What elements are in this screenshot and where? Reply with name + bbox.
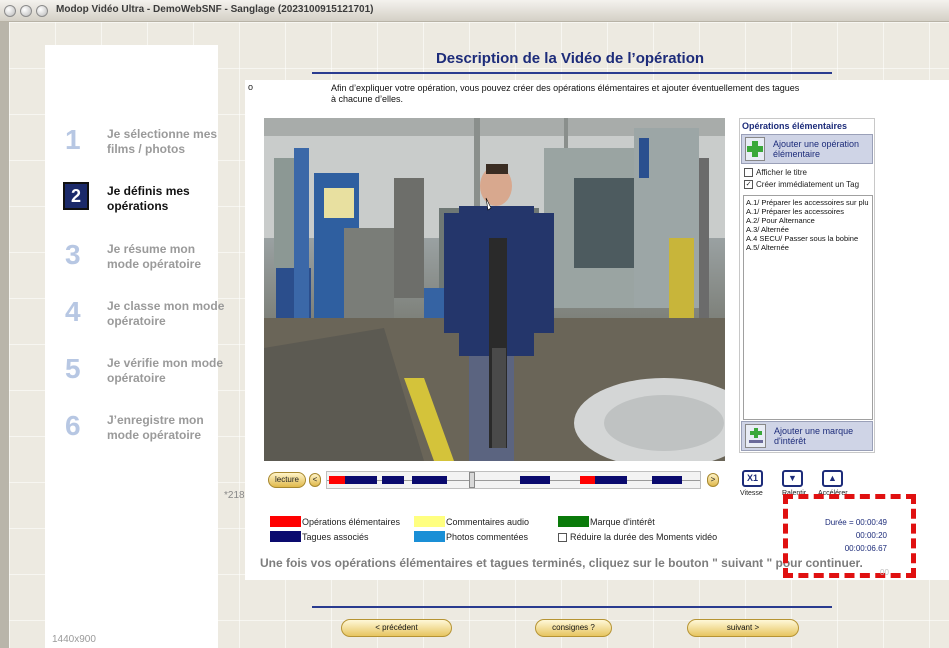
add-plus-icon bbox=[745, 137, 765, 161]
add-operation-label: Ajouter une opération élémentaire bbox=[773, 139, 860, 159]
create-tag-option[interactable]: ✓ Créer immédiatement un Tag bbox=[744, 180, 859, 189]
add-mark-icon bbox=[745, 424, 767, 448]
window-left-border bbox=[0, 22, 9, 648]
slow-down-button[interactable]: ▼ bbox=[782, 470, 803, 487]
legend-swatch-photos bbox=[414, 531, 445, 542]
legend-mark: Marque d'intérêt bbox=[590, 517, 655, 527]
segment-tag[interactable] bbox=[652, 476, 682, 484]
step-label: Je définis mes opérations bbox=[107, 184, 190, 213]
timeline: lecture < > bbox=[268, 470, 719, 490]
previous-button[interactable]: < précédent bbox=[341, 619, 452, 637]
operation-item[interactable]: A.5/ Alternée bbox=[746, 243, 870, 252]
create-tag-checkbox[interactable]: ✓ bbox=[744, 180, 753, 189]
reduce-duration-label: Réduire la durée des Moments vidéo bbox=[570, 532, 718, 542]
video-frame-image bbox=[264, 118, 725, 461]
step-3[interactable]: 3 Je résume mon mode opératoire bbox=[65, 240, 225, 280]
segment-operation[interactable] bbox=[329, 476, 345, 484]
speed-up-button[interactable]: ▲ bbox=[822, 470, 843, 487]
close-window-icon[interactable] bbox=[4, 5, 16, 17]
operation-item[interactable]: A.2/ Pour Alternance bbox=[746, 216, 870, 225]
step-number: 5 bbox=[65, 353, 81, 384]
legend-operations: Opérations élémentaires bbox=[302, 517, 401, 527]
operation-item[interactable]: A.1/ Préparer les accessoires bbox=[746, 207, 870, 216]
video-player[interactable] bbox=[264, 118, 725, 461]
step-6[interactable]: 6 J’enregistre mon mode opératoire bbox=[65, 411, 225, 451]
segment-tag[interactable] bbox=[345, 476, 377, 484]
reduce-duration-checkbox[interactable] bbox=[558, 532, 567, 542]
segment-tag[interactable] bbox=[595, 476, 627, 484]
segment-tag[interactable] bbox=[382, 476, 404, 484]
show-title-label: Afficher le titre bbox=[756, 168, 807, 177]
speed-label: Vitesse bbox=[740, 490, 763, 497]
step-label: Je sélectionne mes films / photos bbox=[107, 127, 218, 156]
operation-item[interactable]: A.1/ Préparer les accessoires sur plu bbox=[746, 198, 870, 207]
timeline-track[interactable] bbox=[326, 471, 701, 489]
play-button[interactable]: lecture bbox=[268, 472, 306, 488]
create-tag-label: Créer immédiatement un Tag bbox=[756, 180, 860, 189]
show-title-checkbox[interactable] bbox=[744, 168, 753, 177]
operation-item[interactable]: A.4 SECU/ Passer sous la bobine bbox=[746, 234, 870, 243]
step-1[interactable]: 1 Je sélectionne mes films / photos bbox=[65, 125, 225, 165]
segment-tag[interactable] bbox=[520, 476, 550, 484]
legend-swatch-mark bbox=[558, 516, 589, 527]
legend-swatch-audio bbox=[414, 516, 445, 527]
step-number: 6 bbox=[65, 410, 81, 441]
add-mark-label: Ajouter une marque d'intérêt bbox=[774, 426, 854, 446]
legend-swatch-tags bbox=[270, 531, 301, 542]
window-title: Modop Vidéo Ultra - DemoWebSNF - Sanglag… bbox=[56, 4, 374, 15]
timeline-side-value: *218 bbox=[224, 490, 245, 501]
instruction-text: Une fois vos opérations élémentaires et … bbox=[260, 556, 863, 570]
segment-operation[interactable] bbox=[580, 476, 595, 484]
show-title-option[interactable]: Afficher le titre bbox=[744, 168, 807, 177]
next-button[interactable]: suivant > bbox=[687, 619, 799, 637]
intro-text: Afin d’expliquer votre opération, vous p… bbox=[331, 83, 800, 104]
operation-item[interactable]: A.3/ Alternée bbox=[746, 225, 870, 234]
timeline-next-arrow[interactable]: > bbox=[707, 473, 719, 487]
highlight-annotation-box bbox=[783, 494, 916, 578]
timeline-thumb[interactable] bbox=[469, 472, 475, 488]
title-divider bbox=[312, 72, 832, 74]
step-label: J’enregistre mon mode opératoire bbox=[107, 413, 204, 442]
step-number: 3 bbox=[65, 239, 81, 270]
legend-tags: Tagues associés bbox=[302, 532, 369, 542]
intro-bullet: o bbox=[248, 82, 254, 92]
instructions-button[interactable]: consignes ? bbox=[535, 619, 612, 637]
add-operation-button[interactable]: Ajouter une opération élémentaire bbox=[741, 134, 873, 164]
step-label: Je vérifie mon mode opératoire bbox=[107, 356, 224, 385]
step-4[interactable]: 4 Je classe mon mode opératoire bbox=[65, 297, 225, 337]
legend-photos: Photos commentées bbox=[446, 532, 529, 542]
operations-title: Opérations élémentaires bbox=[742, 121, 848, 131]
legend-swatch-operations bbox=[270, 516, 301, 527]
window-titlebar: Modop Vidéo Ultra - DemoWebSNF - Sanglag… bbox=[0, 0, 949, 22]
step-number: 4 bbox=[65, 296, 81, 327]
step-number: 1 bbox=[65, 124, 81, 155]
speed-button[interactable]: X1 bbox=[742, 470, 763, 487]
step-5[interactable]: 5 Je vérifie mon mode opératoire bbox=[65, 354, 225, 394]
screen-resolution: 1440x900 bbox=[52, 634, 96, 645]
step-number: 2 bbox=[63, 182, 89, 210]
page-title: Description de la Vidéo de l’opération bbox=[435, 50, 705, 67]
legend-audio: Commentaires audio bbox=[446, 517, 530, 527]
add-mark-button[interactable]: Ajouter une marque d'intérêt bbox=[741, 421, 873, 451]
segment-tag[interactable] bbox=[412, 476, 447, 484]
annotation-tag: 00 bbox=[880, 568, 889, 577]
operations-list[interactable]: A.1/ Préparer les accessoires sur plu A.1… bbox=[743, 195, 873, 420]
timeline-prev-arrow[interactable]: < bbox=[309, 473, 321, 487]
reduce-duration-option[interactable]: Réduire la durée des Moments vidéo bbox=[558, 532, 717, 542]
step-2[interactable]: 2 Je définis mes opérations bbox=[63, 182, 225, 222]
zoom-window-icon[interactable] bbox=[36, 5, 48, 17]
bottom-divider bbox=[312, 606, 832, 608]
step-label: Je classe mon mode opératoire bbox=[107, 299, 225, 328]
step-label: Je résume mon mode opératoire bbox=[107, 242, 202, 271]
minimize-window-icon[interactable] bbox=[20, 5, 32, 17]
